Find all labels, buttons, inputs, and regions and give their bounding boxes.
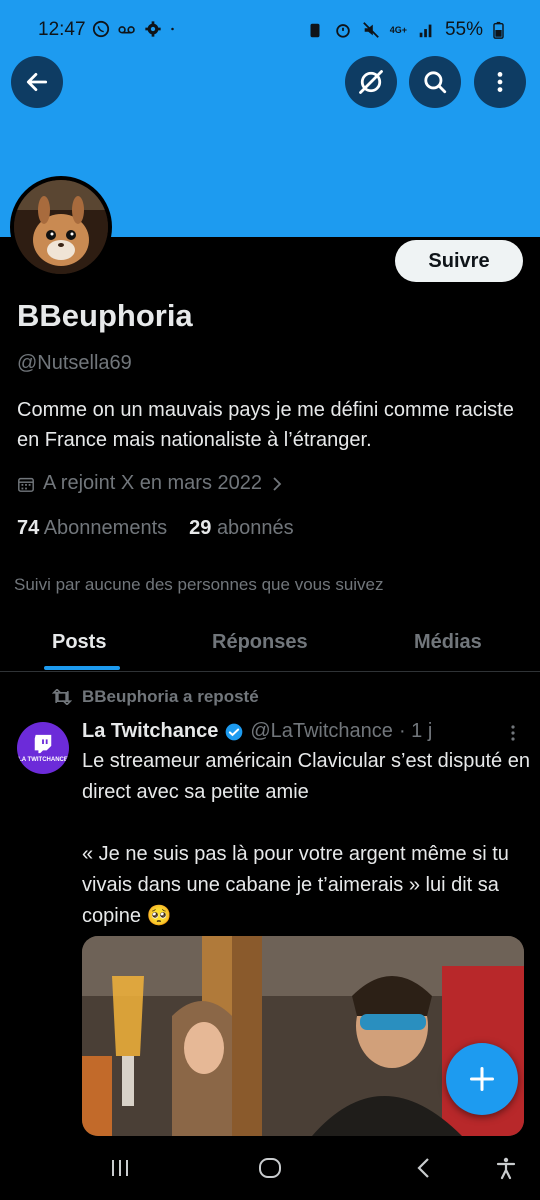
- following-count: 74: [17, 517, 40, 539]
- tab-posts[interactable]: Posts: [52, 631, 106, 654]
- profile-bio: Comme on un mauvais pays je me défini co…: [17, 399, 514, 451]
- settings-icon: [145, 21, 161, 37]
- plus-icon: [469, 1066, 495, 1092]
- repost-icon: [52, 689, 72, 705]
- joined-text: A rejoint X en mars 2022: [43, 472, 263, 494]
- follow-button[interactable]: Suivre: [395, 240, 523, 282]
- followed-by-text: Suivi par aucune des personnes que vous …: [14, 575, 384, 594]
- profile-tabs: Posts Réponses Médias: [0, 618, 540, 672]
- calendar-icon: [18, 477, 34, 492]
- tweet-text: Le streameur américain Clavicular s’est …: [82, 750, 530, 927]
- status-left-icons: [92, 20, 180, 38]
- repost-label: BBeuphoria a reposté: [82, 687, 259, 706]
- profile-stats: 74 Abonnements 29 abonnés: [17, 517, 294, 540]
- avatar-image: [14, 180, 108, 274]
- signal-icon: [419, 24, 432, 38]
- compose-fab[interactable]: [446, 1043, 518, 1115]
- alarm-icon: [335, 24, 350, 38]
- grok-icon: [359, 70, 383, 94]
- tab-media[interactable]: Médias: [414, 631, 482, 654]
- following-stat[interactable]: 74 Abonnements: [17, 517, 167, 540]
- more-vertical-icon: [497, 72, 503, 92]
- more-button[interactable]: [474, 56, 526, 108]
- chevron-right-icon: [273, 476, 282, 491]
- status-time: 12:47: [38, 19, 86, 40]
- tweet-author-handle[interactable]: @LaTwitchance: [250, 720, 393, 743]
- status-bar: 12:47 4G+ 55%: [0, 0, 540, 44]
- joined-date[interactable]: A rejoint X en mars 2022: [17, 472, 284, 495]
- tab-replies[interactable]: Réponses: [212, 631, 308, 654]
- whatsapp-icon: [92, 20, 110, 38]
- recent-apps-icon[interactable]: [108, 1156, 132, 1180]
- twitch-logo-icon: [34, 734, 52, 754]
- mute-icon: [362, 22, 379, 38]
- status-right-icons: 4G+ 55%: [306, 19, 504, 41]
- system-nav-bar: [0, 1136, 540, 1200]
- tweet-time: · 1 j: [398, 720, 433, 742]
- arrow-left-icon: [26, 73, 48, 91]
- home-icon[interactable]: [257, 1156, 283, 1180]
- profile-handle: @Nutsella69: [17, 352, 132, 374]
- network-label: 4G+: [389, 25, 407, 35]
- tweet-more-button[interactable]: [505, 722, 521, 749]
- tweet-avatar-label: LA TWITCHANCE: [18, 757, 68, 763]
- accessibility-icon[interactable]: [494, 1156, 518, 1180]
- following-label: Abonnements: [43, 517, 168, 539]
- tweet-header: La Twitchance @LaTwitchance · 1 j: [82, 720, 432, 743]
- search-button[interactable]: [409, 56, 461, 108]
- voicemail-icon: [118, 26, 135, 34]
- more-vertical-icon: [511, 725, 515, 741]
- search-icon: [424, 71, 447, 94]
- followers-stat[interactable]: 29 abonnés: [189, 517, 294, 540]
- back-button[interactable]: [11, 56, 63, 108]
- battery-percent: 55%: [444, 19, 483, 40]
- dot-icon: [171, 27, 174, 31]
- profile-name: BBeuphoria: [17, 298, 193, 333]
- tab-active-indicator: [44, 666, 120, 670]
- grok-button[interactable]: [345, 56, 397, 108]
- back-nav-icon[interactable]: [412, 1156, 436, 1180]
- battery-saver-icon: [310, 23, 320, 38]
- battery-icon: [493, 21, 504, 39]
- repost-indicator: BBeuphoria a reposté: [52, 687, 259, 707]
- tweet-author-name[interactable]: La Twitchance: [82, 720, 218, 743]
- profile-avatar[interactable]: [10, 176, 112, 278]
- verified-badge-icon: [225, 723, 243, 740]
- tweet-author-avatar[interactable]: LA TWITCHANCE: [17, 722, 69, 774]
- followers-label: abonnés: [216, 517, 294, 539]
- followers-count: 29: [189, 517, 212, 539]
